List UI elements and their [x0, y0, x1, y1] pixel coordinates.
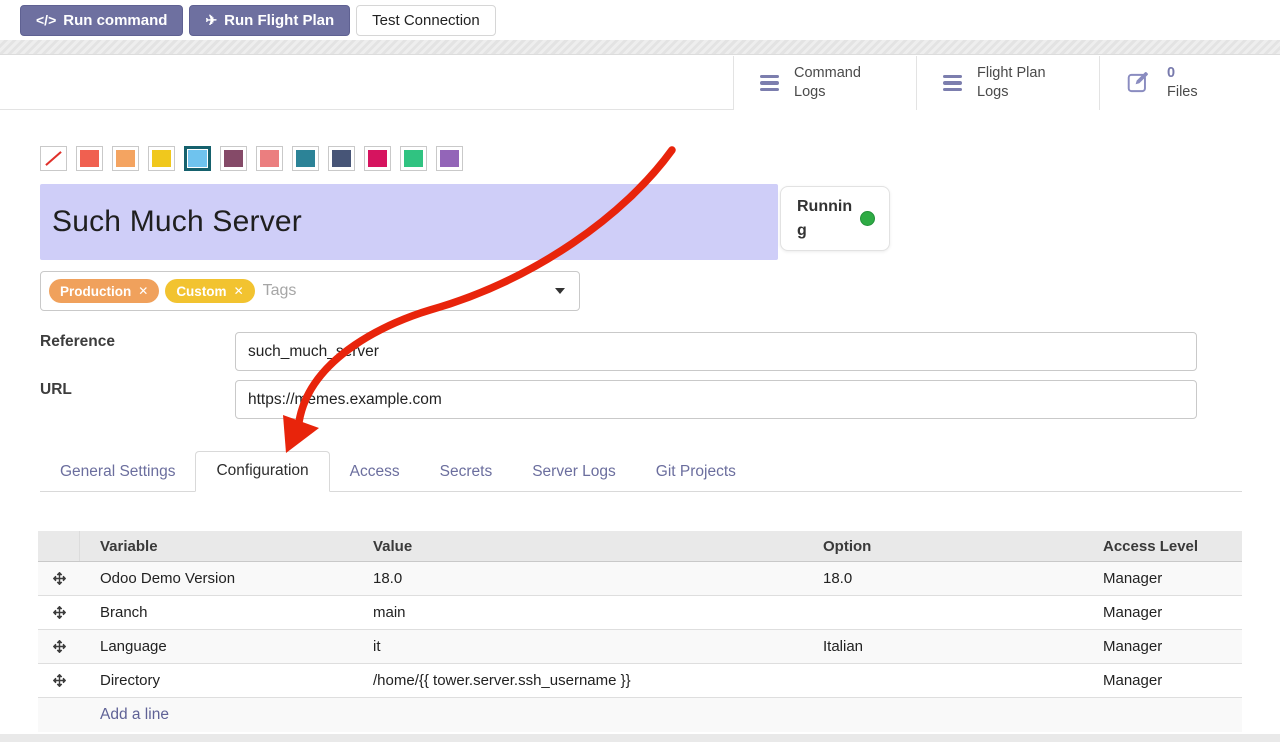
drag-handle-icon[interactable]: [53, 674, 66, 687]
tab-general-settings[interactable]: General Settings: [40, 453, 195, 492]
status-badge: Running: [780, 186, 890, 251]
column-value[interactable]: Value: [367, 538, 817, 555]
server-name-field[interactable]: Such Much Server: [40, 184, 778, 260]
remove-tag-icon[interactable]: ✕: [234, 284, 244, 298]
cell-value[interactable]: 18.0: [367, 570, 817, 587]
cell-value[interactable]: it: [367, 638, 817, 655]
color-swatch-green[interactable]: [400, 146, 427, 171]
tags-field[interactable]: Production ✕ Custom ✕ Tags: [40, 271, 580, 311]
reference-input[interactable]: [235, 332, 1197, 371]
color-swatch-yellow[interactable]: [148, 146, 175, 171]
cell-access-level[interactable]: Manager: [1097, 638, 1242, 655]
bottom-strip: [0, 734, 1280, 742]
drag-handle-icon[interactable]: [53, 606, 66, 619]
tab-configuration[interactable]: Configuration: [195, 451, 329, 492]
cell-option[interactable]: 18.0: [817, 570, 1097, 587]
variables-table: Variable Value Option Access Level Odoo …: [38, 531, 1242, 732]
table-row[interactable]: Branch main Manager: [38, 596, 1242, 630]
status-label: Running: [797, 195, 853, 241]
test-connection-button[interactable]: Test Connection: [356, 5, 496, 36]
notebook-tabs: General Settings Configuration Access Se…: [40, 452, 1242, 492]
files-label: Files: [1167, 83, 1198, 102]
column-access-level[interactable]: Access Level: [1097, 538, 1242, 555]
status-dot-icon: [860, 211, 875, 226]
color-swatch-light-blue-selected[interactable]: [184, 146, 211, 171]
action-bar: </> Run command ✈ Run Flight Plan Test C…: [0, 0, 1280, 40]
edit-icon: [1126, 70, 1152, 96]
color-swatch-salmon[interactable]: [256, 146, 283, 171]
column-option[interactable]: Option: [817, 538, 1097, 555]
separator-strip: [0, 40, 1280, 55]
add-a-line-link[interactable]: Add a line: [80, 706, 169, 724]
color-swatch-violet[interactable]: [436, 146, 463, 171]
stat-buttons: Command Logs Flight Plan Logs 0 Files: [733, 56, 1280, 110]
header-band: Command Logs Flight Plan Logs 0 Files: [0, 56, 1280, 110]
url-input[interactable]: [235, 380, 1197, 419]
color-swatch-row: [40, 146, 463, 171]
table-header: Variable Value Option Access Level: [38, 531, 1242, 562]
flight-plan-logs-label-line1: Flight Plan: [977, 64, 1046, 83]
code-icon: </>: [36, 12, 56, 28]
cell-variable[interactable]: Language: [80, 638, 367, 655]
run-command-label: Run command: [63, 12, 167, 29]
tag-production[interactable]: Production ✕: [49, 279, 159, 303]
color-swatch-magenta[interactable]: [364, 146, 391, 171]
tab-secrets[interactable]: Secrets: [420, 453, 513, 492]
command-logs-label-line2: Logs: [794, 83, 861, 102]
url-label: URL: [40, 381, 72, 399]
drag-handle-icon[interactable]: [53, 572, 66, 585]
color-swatch-red[interactable]: [76, 146, 103, 171]
list-icon: [943, 75, 962, 92]
cell-access-level[interactable]: Manager: [1097, 604, 1242, 621]
cell-variable[interactable]: Odoo Demo Version: [80, 570, 367, 587]
drag-handle-icon[interactable]: [53, 640, 66, 653]
color-swatch-dark-blue[interactable]: [328, 146, 355, 171]
list-icon: [760, 75, 779, 92]
command-logs-label-line1: Command: [794, 64, 861, 83]
column-variable[interactable]: Variable: [80, 538, 367, 555]
cell-access-level[interactable]: Manager: [1097, 672, 1242, 689]
cell-variable[interactable]: Directory: [80, 672, 367, 689]
add-a-line-row: Add a line: [38, 698, 1242, 732]
run-flight-plan-button[interactable]: ✈ Run Flight Plan: [189, 5, 350, 36]
color-swatch-none[interactable]: [40, 146, 67, 171]
cell-value[interactable]: main: [367, 604, 817, 621]
chevron-down-icon[interactable]: [555, 288, 565, 294]
server-title: Such Much Server: [52, 205, 302, 239]
table-row[interactable]: Directory /home/{{ tower.server.ssh_user…: [38, 664, 1242, 698]
run-flight-plan-label: Run Flight Plan: [224, 12, 334, 29]
run-command-button[interactable]: </> Run command: [20, 5, 183, 36]
tags-placeholder: Tags: [263, 282, 549, 300]
test-connection-label: Test Connection: [372, 12, 480, 29]
cell-value[interactable]: /home/{{ tower.server.ssh_username }}: [367, 672, 817, 689]
cell-variable[interactable]: Branch: [80, 604, 367, 621]
arrow-head: [283, 415, 319, 453]
color-swatch-orange[interactable]: [112, 146, 139, 171]
files-count: 0: [1167, 64, 1198, 83]
tag-custom[interactable]: Custom ✕: [165, 279, 254, 303]
tab-server-logs[interactable]: Server Logs: [512, 453, 636, 492]
remove-tag-icon[interactable]: ✕: [138, 284, 148, 298]
cell-access-level[interactable]: Manager: [1097, 570, 1242, 587]
color-swatch-teal[interactable]: [292, 146, 319, 171]
tab-git-projects[interactable]: Git Projects: [636, 453, 756, 492]
flight-plan-logs-label-line2: Logs: [977, 83, 1046, 102]
no-color-icon: [44, 150, 63, 167]
tag-production-label: Production: [60, 284, 131, 299]
table-row[interactable]: Odoo Demo Version 18.0 18.0 Manager: [38, 562, 1242, 596]
command-logs-button[interactable]: Command Logs: [733, 56, 916, 110]
files-button[interactable]: 0 Files: [1099, 56, 1280, 110]
flight-plan-logs-button[interactable]: Flight Plan Logs: [916, 56, 1099, 110]
server-form-page: </> Run command ✈ Run Flight Plan Test C…: [0, 0, 1280, 742]
color-swatch-dark-purple[interactable]: [220, 146, 247, 171]
tab-access[interactable]: Access: [330, 453, 420, 492]
plane-icon: ✈: [205, 12, 217, 29]
reference-label: Reference: [40, 333, 115, 351]
tag-custom-label: Custom: [176, 284, 226, 299]
table-row[interactable]: Language it Italian Manager: [38, 630, 1242, 664]
cell-option[interactable]: Italian: [817, 638, 1097, 655]
